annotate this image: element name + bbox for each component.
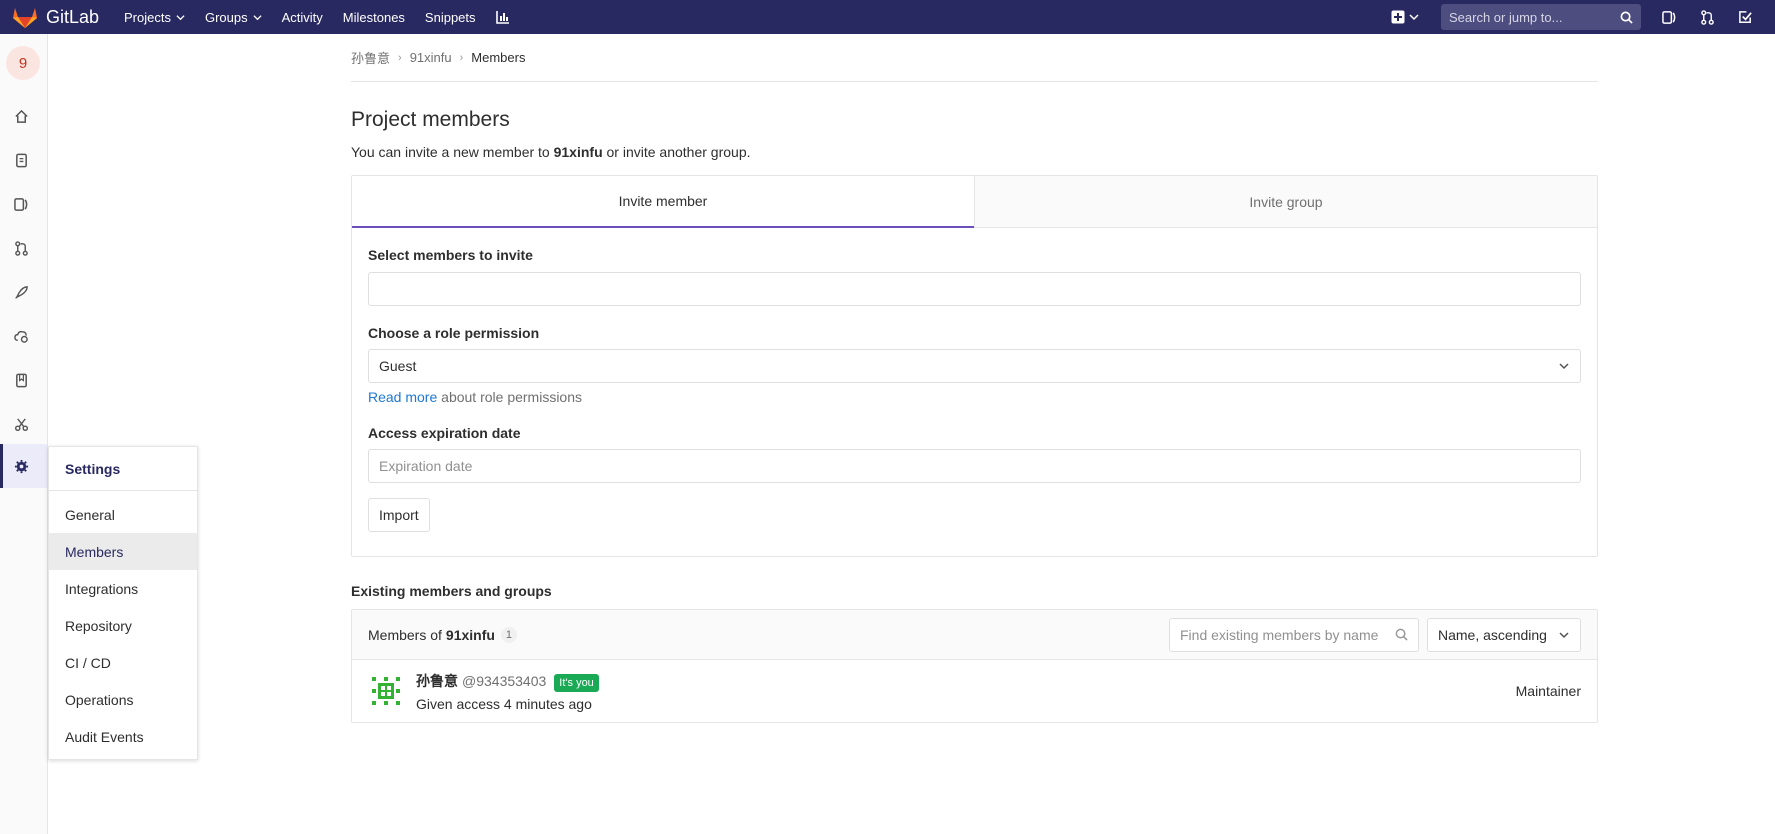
flyout-item-members[interactable]: Members: [49, 533, 197, 570]
member-role: Maintainer: [1515, 683, 1581, 699]
chevron-down-icon: [176, 14, 185, 20]
settings-flyout: Settings General Members Integrations Re…: [48, 446, 198, 760]
chevron-right-icon: ›: [459, 51, 464, 64]
new-dropdown-button[interactable]: [1391, 10, 1419, 24]
members-of-project: 91xinfu: [445, 626, 495, 643]
find-members-placeholder: Find existing members by name: [1180, 626, 1379, 643]
flyout-item-general[interactable]: General: [49, 496, 197, 533]
merge-request-icon[interactable]: [13, 240, 29, 256]
rocket-icon[interactable]: [13, 284, 29, 300]
select-members-input[interactable]: [368, 272, 1581, 306]
chevron-down-icon: [1559, 631, 1569, 638]
issues-icon: [1661, 10, 1675, 24]
members-header: Members of 91xinfu 1 Find existing membe…: [352, 610, 1597, 660]
gitlab-tanuki-icon: [13, 8, 37, 28]
breadcrumb-current[interactable]: Members: [471, 50, 525, 65]
existing-members-title: Existing members and groups: [351, 583, 552, 599]
flyout-title[interactable]: Settings: [49, 447, 197, 491]
nav-todos-button[interactable]: [1737, 9, 1753, 25]
find-members-input[interactable]: Find existing members by name: [1169, 617, 1419, 652]
lead-project-name: 91xinfu: [553, 144, 603, 160]
search-icon: [1620, 11, 1633, 24]
expiration-label: Access expiration date: [368, 425, 521, 441]
member-row: 孙鲁意 @934353403 It's you Given access 4 min…: [352, 660, 1597, 722]
flyout-item-ci-cd[interactable]: CI / CD: [49, 644, 197, 681]
lead-prefix: You can invite a new member to: [351, 144, 554, 160]
expiration-placeholder: Expiration date: [379, 458, 473, 474]
members-of-prefix: Members of: [368, 626, 442, 643]
chevron-down-icon: [1559, 363, 1569, 370]
nav-milestones[interactable]: Milestones: [343, 10, 405, 25]
nav-snippets[interactable]: Snippets: [425, 10, 476, 25]
page-lead: You can invite a new member to 91xinfu o…: [351, 144, 1598, 160]
wiki-book-icon[interactable]: [13, 372, 29, 388]
chevron-right-icon: ›: [398, 51, 402, 64]
chevron-down-icon: [1409, 14, 1419, 21]
flyout-item-audit-events[interactable]: Audit Events: [49, 718, 197, 755]
todo-check-icon: [1738, 10, 1752, 23]
nav-analytics[interactable]: [495, 10, 510, 24]
nav-projects[interactable]: Projects: [124, 10, 185, 25]
snippets-scissors-icon[interactable]: [13, 416, 29, 432]
top-navbar: GitLab Projects Groups Activity Mileston…: [0, 0, 1775, 34]
its-you-badge: It's you: [554, 673, 599, 692]
invite-form: Select members to invite Choose a role p…: [352, 247, 1597, 532]
member-info: 孙鲁意 @934353403 It's you Given access 4 min…: [416, 671, 599, 712]
nav-groups-label: Groups: [204, 9, 248, 25]
identicon-avatar[interactable]: [368, 673, 404, 709]
member-count-badge: 1: [500, 626, 517, 643]
flyout-item-integrations[interactable]: Integrations: [49, 570, 197, 607]
settings-gear-icon[interactable]: [13, 458, 29, 474]
flyout-item-operations[interactable]: Operations: [49, 681, 197, 718]
read-more-link[interactable]: Read more: [368, 389, 437, 405]
read-more-suffix: about role permissions: [437, 389, 583, 405]
member-name[interactable]: 孙鲁意: [416, 673, 458, 689]
tab-invite-group[interactable]: Invite group: [974, 176, 1597, 228]
search-input[interactable]: Search or jump to...: [1441, 4, 1641, 30]
repository-icon[interactable]: [13, 152, 29, 168]
home-icon[interactable]: [13, 108, 29, 124]
flyout-item-repository[interactable]: Repository: [49, 607, 197, 644]
breadcrumb-project[interactable]: 91xinfu: [410, 50, 452, 65]
page-title: Project members: [351, 108, 510, 131]
nav-groups[interactable]: Groups: [205, 10, 262, 25]
chart-icon: [495, 11, 509, 24]
expiration-date-input[interactable]: Expiration date: [368, 449, 1581, 483]
invite-tabs: Invite member Invite group: [352, 176, 1597, 228]
select-members-label: Select members to invite: [368, 247, 533, 263]
nav-issues-button[interactable]: [1661, 9, 1677, 25]
role-help-text: Read more about role permissions: [368, 389, 1581, 405]
gitlab-logo[interactable]: GitLab: [12, 5, 112, 29]
members-card: Members of 91xinfu 1 Find existing membe…: [351, 609, 1598, 723]
operations-cloud-icon[interactable]: [13, 328, 29, 344]
member-access-time: Given access 4 minutes ago: [416, 695, 592, 712]
lead-suffix: or invite another group.: [602, 144, 751, 160]
main-content: 孙鲁意 › 91xinfu › Members Project members …: [351, 34, 1598, 723]
merge-request-icon: [1700, 9, 1714, 25]
plus-square-icon: [1391, 10, 1405, 24]
role-permission-select[interactable]: Guest: [368, 349, 1581, 383]
chevron-down-icon: [253, 14, 262, 20]
sort-value: Name, ascending: [1438, 626, 1547, 643]
nav-merge-requests-button[interactable]: [1699, 9, 1715, 25]
sort-select[interactable]: Name, ascending: [1427, 617, 1581, 652]
issues-icon[interactable]: [13, 196, 29, 212]
search-placeholder: Search or jump to...: [1449, 9, 1563, 25]
brand-name: GitLab: [46, 6, 100, 27]
role-permission-label: Choose a role permission: [368, 325, 540, 341]
tab-invite-member[interactable]: Invite member: [352, 176, 974, 228]
project-avatar[interactable]: 9: [6, 46, 40, 80]
member-handle: @934353403: [462, 672, 547, 689]
breadcrumb: 孙鲁意 › 91xinfu › Members: [351, 34, 1598, 82]
nav-activity[interactable]: Activity: [282, 10, 323, 25]
invite-card: Invite member Invite group Select member…: [351, 175, 1598, 557]
project-sidebar: 9: [0, 34, 48, 834]
breadcrumb-user[interactable]: 孙鲁意: [351, 48, 390, 67]
role-permission-value: Guest: [379, 358, 417, 374]
search-icon: [1395, 628, 1408, 641]
nav-projects-label: Projects: [124, 9, 171, 25]
import-button[interactable]: Import: [368, 498, 430, 532]
